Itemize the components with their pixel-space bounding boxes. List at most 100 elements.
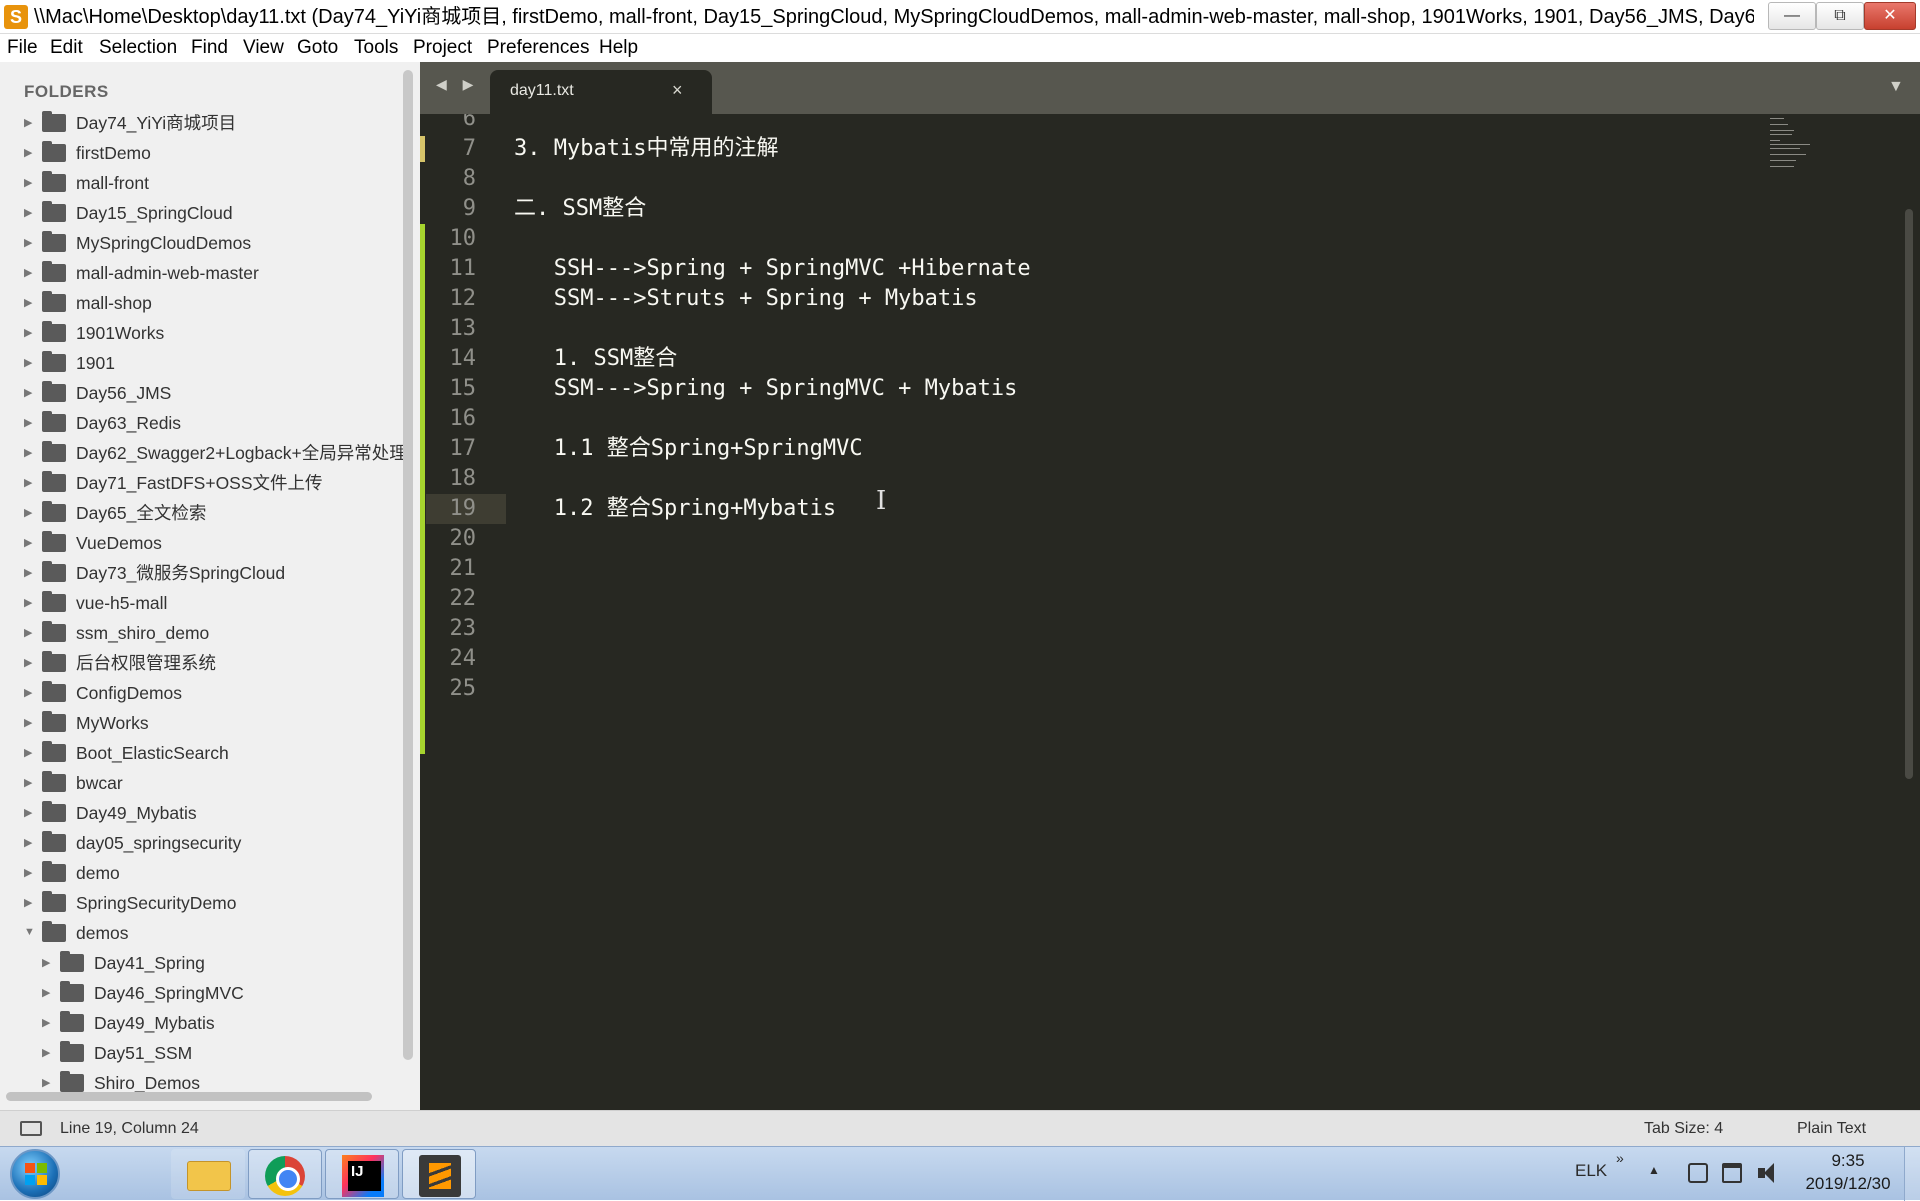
collapsed-arrow-icon[interactable]: ▶ bbox=[24, 566, 32, 579]
collapsed-arrow-icon[interactable]: ▶ bbox=[24, 206, 32, 219]
collapsed-arrow-icon[interactable]: ▶ bbox=[24, 536, 32, 549]
collapsed-arrow-icon[interactable]: ▶ bbox=[42, 956, 50, 969]
sidebar-vertical-scrollbar[interactable] bbox=[403, 70, 413, 1060]
collapsed-arrow-icon[interactable]: ▶ bbox=[24, 836, 32, 849]
collapsed-arrow-icon[interactable]: ▶ bbox=[24, 746, 32, 759]
menu-file[interactable]: File bbox=[7, 36, 38, 60]
collapsed-arrow-icon[interactable]: ▶ bbox=[24, 596, 32, 609]
collapsed-arrow-icon[interactable]: ▶ bbox=[24, 716, 32, 729]
collapsed-arrow-icon[interactable]: ▶ bbox=[24, 116, 32, 129]
sidebar-folder-item[interactable]: ▶ mall-front bbox=[0, 168, 400, 198]
code-line[interactable]: 二. SSM整合 bbox=[514, 194, 646, 224]
menu-goto[interactable]: Goto bbox=[297, 36, 338, 60]
menu-project[interactable]: Project bbox=[413, 36, 472, 60]
sidebar-folder-item[interactable]: ▶ Day51_SSM bbox=[0, 1038, 400, 1068]
editor-vertical-scrollbar[interactable] bbox=[1905, 209, 1913, 779]
sidebar-folder-item[interactable]: ▶ day05_springsecurity bbox=[0, 828, 400, 858]
minimap[interactable] bbox=[1770, 114, 1830, 174]
menu-tools[interactable]: Tools bbox=[354, 36, 398, 60]
sidebar-folder-item[interactable]: ▶ ssm_shiro_demo bbox=[0, 618, 400, 648]
sidebar-folder-item[interactable]: ▶ demo bbox=[0, 858, 400, 888]
collapsed-arrow-icon[interactable]: ▶ bbox=[24, 296, 32, 309]
sidebar-folder-item[interactable]: ▶ Day74_YiYi商城项目 bbox=[0, 108, 400, 138]
sidebar-folder-item[interactable]: ▶ Day41_Spring bbox=[0, 948, 400, 978]
sidebar-folder-item[interactable]: ▶ vue-h5-mall bbox=[0, 588, 400, 618]
code-line[interactable]: 1.1 整合Spring+SpringMVC bbox=[514, 434, 863, 464]
collapsed-arrow-icon[interactable]: ▶ bbox=[42, 1076, 50, 1089]
code-line[interactable]: SSM--->Spring + SpringMVC + Mybatis bbox=[514, 374, 1018, 404]
code-line[interactable]: SSH--->Spring + SpringMVC +Hibernate bbox=[514, 254, 1031, 284]
sidebar-folder-item[interactable]: ▶ Day62_Swagger2+Logback+全局异常处理 bbox=[0, 438, 407, 468]
sidebar-folder-item[interactable]: ▶ SpringSecurityDemo bbox=[0, 888, 400, 918]
collapsed-arrow-icon[interactable]: ▶ bbox=[24, 266, 32, 279]
sidebar-folder-item[interactable]: ▶ MyWorks bbox=[0, 708, 400, 738]
panel-toggle-icon[interactable] bbox=[20, 1121, 42, 1136]
collapsed-arrow-icon[interactable]: ▶ bbox=[24, 686, 32, 699]
code-line[interactable]: SSM--->Struts + Spring + Mybatis bbox=[514, 284, 978, 314]
minimize-button[interactable]: — bbox=[1768, 2, 1816, 30]
collapsed-arrow-icon[interactable]: ▶ bbox=[24, 326, 32, 339]
taskbar-explorer[interactable] bbox=[171, 1149, 245, 1199]
code-line[interactable]: 1. SSM整合 bbox=[514, 344, 677, 374]
show-desktop-button[interactable] bbox=[1904, 1147, 1920, 1201]
sidebar-horizontal-scrollbar[interactable] bbox=[6, 1092, 372, 1101]
editor-area[interactable]: 6 7 3. Mybatis中常用的注解 8 9 二. SSM整合 10 11 SSH--->… bbox=[420, 114, 1920, 1110]
code-line[interactable]: 3. Mybatis中常用的注解 bbox=[514, 134, 778, 164]
input-language[interactable]: ELK bbox=[1575, 1161, 1607, 1181]
expanded-arrow-icon[interactable]: ▼ bbox=[24, 926, 35, 938]
collapsed-arrow-icon[interactable]: ▶ bbox=[24, 416, 32, 429]
start-button[interactable] bbox=[10, 1149, 60, 1199]
show-hidden-icons-icon[interactable]: ▲ bbox=[1648, 1163, 1660, 1177]
tab-nav-arrows[interactable]: ◀ ▶ bbox=[436, 76, 479, 93]
sidebar-folder-item[interactable]: ▶ Day73_微服务SpringCloud bbox=[0, 558, 400, 588]
sidebar-folder-item[interactable]: ▼ demos bbox=[0, 918, 400, 948]
sidebar-folder-item[interactable]: ▶ Day46_SpringMVC bbox=[0, 978, 400, 1008]
taskbar-intellij[interactable] bbox=[325, 1149, 399, 1199]
menu-edit[interactable]: Edit bbox=[50, 36, 83, 60]
sidebar-folder-item[interactable]: ▶ mall-admin-web-master bbox=[0, 258, 400, 288]
volume-icon[interactable] bbox=[1758, 1163, 1778, 1183]
power-icon[interactable] bbox=[1688, 1163, 1708, 1183]
sidebar-folder-item[interactable]: ▶ ConfigDemos bbox=[0, 678, 400, 708]
sidebar-folder-item[interactable]: ▶ Day65_全文检索 bbox=[0, 498, 400, 528]
collapsed-arrow-icon[interactable]: ▶ bbox=[24, 506, 32, 519]
collapsed-arrow-icon[interactable]: ▶ bbox=[24, 476, 32, 489]
collapsed-arrow-icon[interactable]: ▶ bbox=[42, 986, 50, 999]
sidebar-folder-item[interactable]: ▶ 后台权限管理系统 bbox=[0, 648, 400, 678]
sidebar-folder-item[interactable]: ▶ bwcar bbox=[0, 768, 400, 798]
menu-help[interactable]: Help bbox=[599, 36, 638, 60]
sidebar-folder-item[interactable]: ▶ MySpringCloudDemos bbox=[0, 228, 400, 258]
collapsed-arrow-icon[interactable]: ▶ bbox=[42, 1016, 50, 1029]
collapsed-arrow-icon[interactable]: ▶ bbox=[24, 236, 32, 249]
taskbar-chrome[interactable] bbox=[248, 1149, 322, 1199]
sidebar-folder-item[interactable]: ▶ Day71_FastDFS+OSS文件上传 bbox=[0, 468, 400, 498]
language-bar-expand-icon[interactable]: » bbox=[1616, 1150, 1624, 1166]
menu-find[interactable]: Find bbox=[191, 36, 228, 60]
collapsed-arrow-icon[interactable]: ▶ bbox=[42, 1046, 50, 1059]
collapsed-arrow-icon[interactable]: ▶ bbox=[24, 446, 32, 459]
clock-date[interactable]: 2019/12/30 bbox=[1796, 1174, 1900, 1194]
sidebar-folder-item[interactable]: ▶ mall-shop bbox=[0, 288, 400, 318]
sidebar-folder-item[interactable]: ▶ Day63_Redis bbox=[0, 408, 400, 438]
close-button[interactable]: ✕ bbox=[1864, 2, 1916, 30]
collapsed-arrow-icon[interactable]: ▶ bbox=[24, 776, 32, 789]
collapsed-arrow-icon[interactable]: ▶ bbox=[24, 896, 32, 909]
code-line[interactable]: 1.2 整合Spring+Mybatis bbox=[514, 494, 836, 524]
tab-day11-txt[interactable]: day11.txt × bbox=[490, 70, 712, 114]
menu-preferences[interactable]: Preferences bbox=[487, 36, 589, 60]
menu-selection[interactable]: Selection bbox=[99, 36, 177, 60]
collapsed-arrow-icon[interactable]: ▶ bbox=[24, 146, 32, 159]
network-icon[interactable] bbox=[1722, 1163, 1742, 1183]
clock-time[interactable]: 9:35 bbox=[1796, 1151, 1900, 1171]
sidebar-folder-item[interactable]: ▶ VueDemos bbox=[0, 528, 400, 558]
syntax-selector[interactable]: Plain Text bbox=[1797, 1120, 1866, 1138]
taskbar-sublime[interactable] bbox=[402, 1149, 476, 1199]
sidebar-folder-item[interactable]: ▶ 1901Works bbox=[0, 318, 400, 348]
collapsed-arrow-icon[interactable]: ▶ bbox=[24, 356, 32, 369]
sidebar-folder-item[interactable]: ▶ Day49_Mybatis bbox=[0, 798, 400, 828]
sidebar-folder-item[interactable]: ▶ firstDemo bbox=[0, 138, 400, 168]
menu-view[interactable]: View bbox=[243, 36, 284, 60]
sidebar-folder-item[interactable]: ▶ 1901 bbox=[0, 348, 400, 378]
sidebar-folder-item[interactable]: ▶ Day56_JMS bbox=[0, 378, 400, 408]
tab-dropdown-icon[interactable]: ▼ bbox=[1888, 78, 1904, 96]
